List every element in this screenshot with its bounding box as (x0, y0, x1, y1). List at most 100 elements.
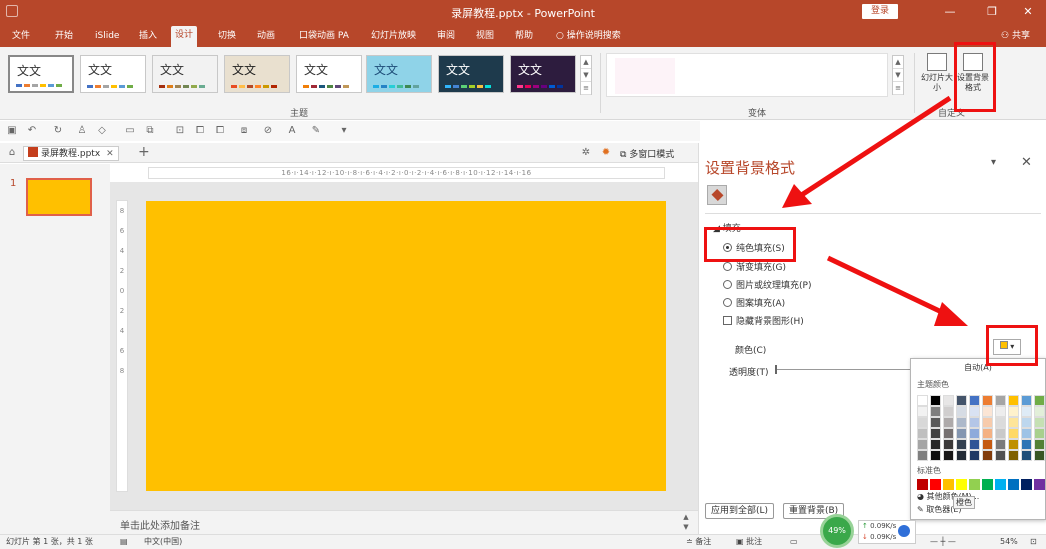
tab-animations[interactable]: 动画 (253, 28, 279, 44)
color-swatch[interactable] (969, 450, 980, 461)
color-swatch[interactable] (930, 395, 941, 406)
fill-icon[interactable] (707, 185, 727, 205)
radio-unchecked[interactable] (723, 280, 732, 289)
color-swatch[interactable] (1008, 406, 1019, 417)
paste-icon[interactable]: ⧠ (214, 125, 226, 137)
apply-to-all-button[interactable]: 应用到全部(L) (705, 503, 775, 519)
tab-islide[interactable]: iSlide (91, 28, 123, 44)
comments-toggle[interactable]: ▣ 批注 (736, 535, 762, 549)
document-tab[interactable]: 录屏教程.pptx ✕ (23, 146, 119, 161)
tab-slideshow[interactable]: 幻灯片放映 (367, 28, 420, 44)
color-swatch[interactable] (930, 428, 941, 439)
color-swatch[interactable] (982, 450, 993, 461)
customize-qat-icon[interactable]: ▾ (338, 125, 350, 137)
color-swatch[interactable] (930, 450, 941, 461)
color-swatch[interactable] (930, 406, 941, 417)
highlight-icon[interactable]: ✎ (310, 125, 322, 137)
undo-icon[interactable]: ↶ (26, 125, 38, 137)
tab-transitions[interactable]: 切换 (214, 28, 240, 44)
save-icon[interactable]: ▣ (6, 125, 18, 137)
login-button[interactable]: 登录 (862, 4, 898, 19)
color-swatch[interactable] (1008, 428, 1019, 439)
color-swatch[interactable] (943, 428, 954, 439)
tab-help[interactable]: 帮助 (511, 28, 537, 44)
color-swatch[interactable] (917, 395, 928, 406)
format-painter-icon[interactable]: ♙ (76, 125, 88, 137)
color-swatch[interactable] (917, 417, 928, 428)
tab-review[interactable]: 审阅 (433, 28, 459, 44)
scroll-up-icon[interactable]: ▲ (680, 512, 692, 522)
picture-fill-option[interactable]: 图片或纹理填充(P) (723, 278, 811, 291)
radio-unchecked[interactable] (723, 262, 732, 271)
color-swatch[interactable] (1008, 439, 1019, 450)
tab-design[interactable]: 设计 (171, 26, 198, 47)
radio-unchecked[interactable] (723, 298, 732, 307)
tab-home-icon[interactable]: ⌂ (6, 147, 18, 159)
color-swatch[interactable] (1034, 439, 1045, 450)
color-swatch[interactable] (995, 450, 1006, 461)
color-swatch[interactable] (943, 450, 954, 461)
color-swatch[interactable] (930, 479, 941, 490)
color-swatch[interactable] (943, 406, 954, 417)
variant-swatch[interactable] (615, 58, 675, 94)
color-swatch[interactable] (917, 450, 928, 461)
color-swatch[interactable] (917, 439, 928, 450)
gear-icon[interactable]: ✲ (580, 147, 592, 159)
color-swatch[interactable] (969, 417, 980, 428)
color-swatch[interactable] (1008, 395, 1019, 406)
color-swatch[interactable] (917, 406, 928, 417)
slide-size-button[interactable]: 幻灯片大小 (920, 53, 954, 105)
minimize-button[interactable]: — (938, 4, 962, 20)
color-swatch[interactable] (1021, 417, 1032, 428)
theme-gallery-item[interactable]: 文文 (366, 55, 432, 93)
color-swatch[interactable] (956, 395, 967, 406)
checkbox[interactable] (723, 316, 732, 325)
shape-icon[interactable]: ◇ (96, 125, 108, 137)
network-monitor-widget[interactable]: 49% (820, 514, 854, 548)
color-swatch[interactable] (943, 395, 954, 406)
pattern-fill-option[interactable]: 图案填充(A) (723, 296, 785, 309)
multi-window-toggle[interactable]: ⧉ 多窗口模式 (620, 147, 674, 160)
scroll-down-icon[interactable]: ▼ (680, 522, 692, 532)
color-swatch[interactable] (995, 479, 1006, 490)
copy-icon[interactable]: ⧠ (194, 125, 206, 137)
color-swatch[interactable] (995, 428, 1006, 439)
color-swatch[interactable] (956, 417, 967, 428)
color-swatch[interactable] (943, 439, 954, 450)
variant-gallery-scroller[interactable]: ▲ ▼ ≡ (892, 55, 904, 95)
redo-icon[interactable]: ↻ (52, 125, 64, 137)
font-color-icon[interactable]: A (286, 125, 298, 137)
theme-gallery-item[interactable]: 文文 (224, 55, 290, 93)
color-swatch[interactable] (1008, 417, 1019, 428)
zoom-slider[interactable]: — ┼ — (930, 535, 956, 549)
theme-gallery-item[interactable]: 文文 (510, 55, 576, 93)
color-swatch[interactable] (1008, 450, 1019, 461)
picture-icon[interactable]: ▭ (124, 125, 136, 137)
color-swatch[interactable] (982, 479, 993, 490)
share-button[interactable]: ⚇ 共享 (1001, 28, 1030, 44)
settings-icon[interactable]: ✹ (600, 147, 612, 159)
color-swatch[interactable] (982, 428, 993, 439)
color-swatch[interactable] (982, 439, 993, 450)
color-swatch[interactable] (982, 395, 993, 406)
chevron-up-icon[interactable]: ▲ (581, 56, 591, 69)
pane-options-icon[interactable]: ▾ (991, 157, 996, 168)
chevron-down-icon[interactable]: ▼ (893, 69, 903, 82)
color-swatch[interactable] (930, 439, 941, 450)
color-swatch[interactable] (995, 417, 1006, 428)
tab-pocket-animation[interactable]: 口袋动画 PA (295, 28, 353, 44)
color-swatch[interactable] (995, 395, 1006, 406)
theme-gallery-item[interactable]: 文文 (438, 55, 504, 93)
group-icon[interactable]: ⧉ (144, 125, 156, 137)
hide-background-graphics-option[interactable]: 隐藏背景图形(H) (723, 314, 804, 327)
theme-gallery-item[interactable]: 文文 (8, 55, 74, 93)
new-tab-icon[interactable]: + (138, 144, 150, 160)
color-swatch[interactable] (956, 450, 967, 461)
color-swatch[interactable] (1021, 479, 1032, 490)
color-swatch[interactable] (969, 479, 980, 490)
color-swatch[interactable] (917, 428, 928, 439)
color-swatch[interactable] (995, 406, 1006, 417)
normal-view-icon[interactable]: ▭ (790, 535, 798, 549)
spellcheck-icon[interactable]: ▤ (120, 535, 128, 549)
color-swatch[interactable] (1021, 428, 1032, 439)
